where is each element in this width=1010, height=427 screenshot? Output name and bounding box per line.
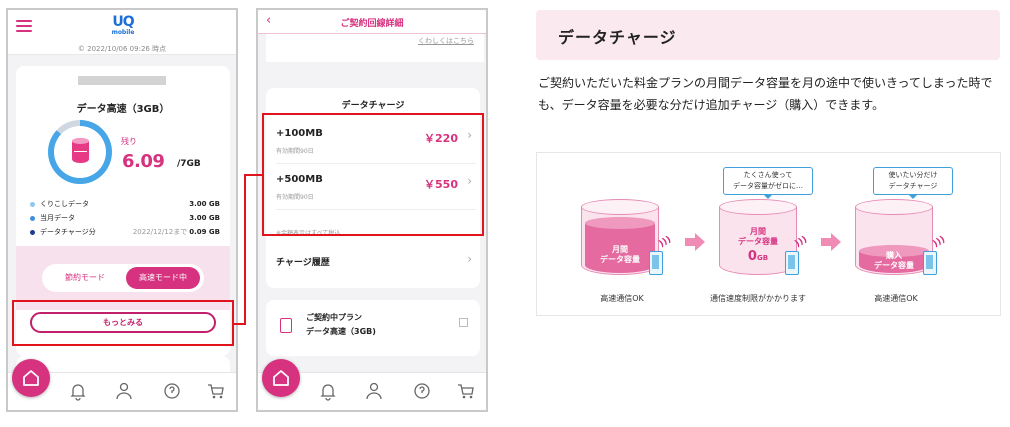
breakdown-row: 当月データ 3.00 GB [30,211,220,225]
charge-history-link[interactable]: チャージ履歴 › [276,250,476,276]
support-icon[interactable] [412,381,432,401]
cart-icon[interactable] [456,381,476,401]
home-icon[interactable] [12,359,50,397]
cart-icon[interactable] [206,381,226,401]
person-icon[interactable] [364,381,384,401]
section-heading: データチャージ [558,28,677,47]
current-plan-label: ご契約中プラン [306,313,362,322]
highlight-more-button [12,300,234,346]
breakdown-expiry: 2022/12/12まで [132,228,188,236]
section-heading-box: データチャージ [536,10,1000,60]
tab-bar [258,359,486,410]
data-tank-charged: 購入 データ容量 [855,199,933,283]
data-cylinder-icon [72,138,89,163]
speech-bubble: 使いたい分だけ データチャージ [873,167,953,199]
bell-icon[interactable] [68,381,88,401]
current-plan-name: データ高速（3GB) [306,327,376,336]
caption-speed-limited: 通信速度制限がかかります [710,294,806,303]
tank-label: 購入 データ容量 [874,251,914,270]
breakdown-row: くりこしデータ 3.00 GB [30,197,220,211]
chevron-right-icon: › [467,252,472,266]
data-breakdown: くりこしデータ 3.00 GB 当月データ 3.00 GB データチャージ分 2… [30,197,220,239]
details-link[interactable]: くわしくはこちら [418,36,474,46]
tank-label: 月間 データ容量 [738,227,778,246]
top-link-row: くわしくはこちら [266,34,484,62]
charge-diagram: 月間 データ容量 ))) 高速通信OK たくさん使って データ容量がゼロに… 月間デ… [536,152,1001,316]
current-plan-card[interactable]: ご契約中プラン データ高速（3GB) [266,300,480,356]
signal-icon: ))) [931,234,948,250]
charge-section-title: データチャージ [341,101,405,111]
plan-title: データ高速（3GB） [76,104,170,115]
speed-mode-toggle[interactable]: 節約モード 高速モード中 [42,264,204,292]
dot-icon [30,229,35,235]
description-text: ご契約いただいた料金プランの月間データ容量を月の途中で使いきってしまった時でも、… [538,76,993,112]
arrow-right-icon [821,233,841,251]
uq-mobile-logo: UQ mobile [111,14,135,36]
data-tank-full: 月間 データ容量 [581,199,659,283]
fast-mode-button[interactable]: 高速モード中 [126,267,200,289]
breakdown-value: 3.00 GB [189,214,220,222]
remaining-label: 残り [121,137,137,146]
breakdown-row: データチャージ分 2022/12/12まで 0.09 GB [30,225,220,239]
breakdown-label: くりこしデータ [40,200,89,208]
breakdown-value: 0.09 GB [189,228,220,236]
bell-icon[interactable] [318,381,338,401]
caption-fast-ok: 高速通信OK [600,294,644,303]
document-icon [280,318,292,333]
speech-bubble: たくさん使って データ容量がゼロに… [723,167,813,199]
highlight-charge-options [262,113,484,236]
charge-history-label: チャージ履歴 [276,258,330,268]
dot-icon [30,201,35,207]
masked-phone-number [78,76,166,85]
support-icon[interactable] [162,381,182,401]
smartphone-icon [923,251,937,275]
signal-icon: ))) [657,234,674,250]
breakdown-label: 当月データ [40,214,75,222]
person-icon[interactable] [114,381,134,401]
app-header: UQ mobile [8,10,236,44]
tank-label: 月間 データ容量 [600,245,640,264]
external-link-icon [459,318,468,327]
breakdown-label: データチャージ分 [40,228,96,236]
smartphone-icon [785,251,799,275]
home-icon[interactable] [262,359,300,397]
detail-title: ご契約回線詳細 [340,19,404,29]
caption-fast-ok: 高速通信OK [874,294,918,303]
menu-icon[interactable] [16,20,32,32]
remaining-unit: /7GB [177,159,201,169]
phone-screen-home: UQ mobile © 2022/10/06 09:26 時点 データ高速（3G… [6,8,238,412]
remaining-value: 6.09 [122,151,165,172]
connector-line [244,174,246,325]
smartphone-icon [649,251,663,275]
arrow-right-icon [685,233,705,251]
tab-bar [8,359,236,410]
saving-mode-button[interactable]: 節約モード [50,264,120,292]
timestamp: © 2022/10/06 09:26 時点 [8,44,236,55]
dot-icon [30,215,35,221]
connector-line [244,174,262,176]
breakdown-value: 3.00 GB [189,200,220,208]
usage-ring [48,120,112,184]
detail-header: ‹ ご契約回線詳細 [258,10,486,34]
